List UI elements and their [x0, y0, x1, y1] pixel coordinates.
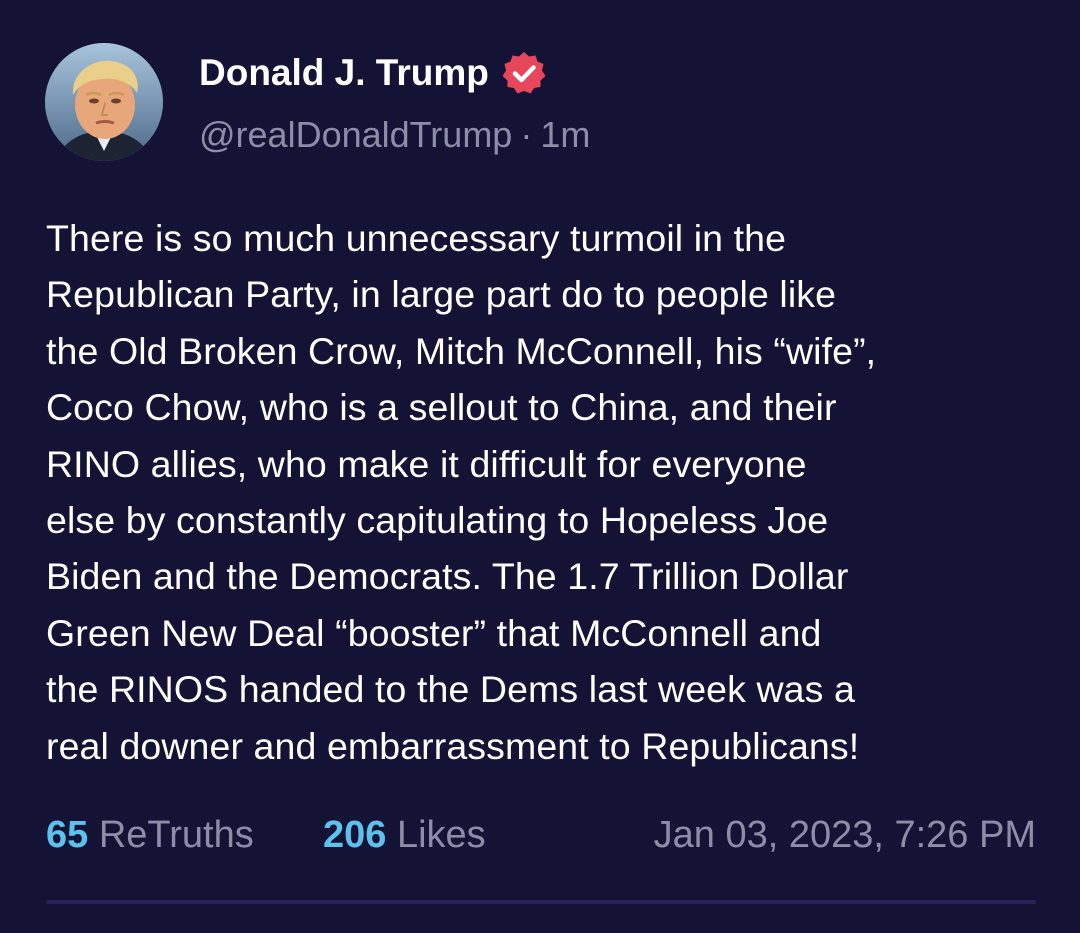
- author-name-row[interactable]: Donald J. Trump: [199, 50, 547, 96]
- avatar-portrait-icon: [45, 43, 163, 161]
- post-timestamp: Jan 03, 2023, 7:26 PM: [653, 814, 1036, 856]
- avatar[interactable]: [45, 43, 163, 161]
- divider: [46, 900, 1036, 904]
- post-body-line: the RINOS handed to the Dems last week w…: [46, 668, 855, 711]
- post-body-line: There is so much unnecessary turmoil in …: [46, 217, 787, 259]
- verified-badge-icon: [501, 50, 547, 96]
- likes-count: 206: [323, 814, 387, 856]
- post-body: There is so much unnecessary turmoil in …: [46, 210, 1046, 774]
- author-display-name[interactable]: Donald J. Trump: [199, 51, 489, 95]
- retruths-stat-link[interactable]: 65 ReTruths: [46, 810, 254, 860]
- retruths-count: 65: [46, 814, 89, 856]
- meta-separator: ·: [520, 114, 533, 155]
- post-body-line: Biden and the Democrats. The 1.7 Trillio…: [46, 555, 849, 598]
- post-body-line: RINO allies, who make it difficult for e…: [46, 442, 807, 485]
- post-body-line: Green New Deal “booster” that McConnell …: [46, 611, 822, 654]
- likes-stat-link[interactable]: 206 Likes: [323, 810, 486, 860]
- relative-time[interactable]: 1m: [540, 114, 590, 155]
- post-meta: @realDonaldTrump · 1m: [199, 113, 590, 157]
- post-body-line: Republican Party, in large part do to pe…: [46, 273, 837, 316]
- post-body-line: the Old Broken Crow, Mitch McConnell, hi…: [46, 329, 877, 372]
- post-body-line: real downer and embarrassment to Republi…: [46, 724, 860, 767]
- author-handle[interactable]: @realDonaldTrump: [199, 114, 512, 155]
- retruths-label: ReTruths: [98, 814, 254, 856]
- post-body-line: else by constantly capitulating to Hopel…: [46, 499, 829, 542]
- truth-post: Donald J. Trump @realDonaldTrump · 1m Ther…: [0, 0, 1080, 933]
- post-body-line: Coco Chow, who is a sellout to China, an…: [46, 386, 837, 429]
- likes-label: Likes: [396, 814, 486, 856]
